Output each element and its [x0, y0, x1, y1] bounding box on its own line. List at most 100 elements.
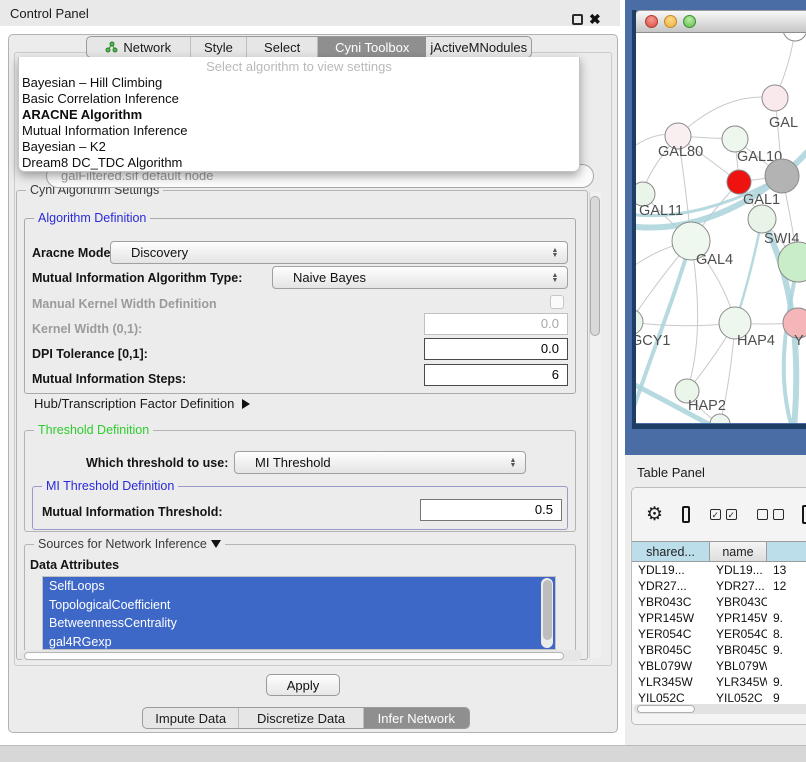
table-panel-title: Table Panel: [637, 465, 705, 480]
network-node[interactable]: [765, 159, 799, 193]
sources-group-title[interactable]: Sources for Network Inference: [34, 537, 225, 551]
network-icon: [105, 41, 118, 53]
table-horizontal-scroll-thumb[interactable]: [637, 705, 695, 713]
dropdown-item[interactable]: Bayesian – Hill Climbing: [19, 75, 579, 91]
mi-steps-field[interactable]: 6: [424, 364, 568, 386]
table-row[interactable]: YPR145WYPR145W9.: [632, 610, 806, 626]
select-all-checkboxes-icon[interactable]: ✓ ✓: [710, 509, 737, 520]
table-cell: YBR043C: [632, 594, 710, 610]
unchecked-checkbox-icon: [773, 509, 784, 520]
attribute-list-scroll-thumb[interactable]: [543, 580, 552, 640]
table-cell: 8.: [767, 626, 806, 642]
combo-arrows-icon: ▲▼: [547, 248, 563, 258]
algorithm-dropdown-list: Bayesian – Hill ClimbingBasic Correlatio…: [19, 75, 579, 171]
network-node-SWI4[interactable]: [748, 205, 776, 233]
table-cell: YBR045C: [710, 642, 767, 658]
tab-impute-data[interactable]: Impute Data: [143, 708, 239, 728]
node-label: HAP2: [688, 398, 726, 414]
control-panel-title: Control Panel: [10, 6, 89, 21]
deselect-all-checkboxes-icon[interactable]: [757, 509, 784, 520]
aracne-mode-combo[interactable]: Discovery ▲▼: [110, 241, 568, 264]
dropdown-item[interactable]: Bayesian – K2: [19, 139, 579, 155]
unchecked-checkbox-icon: [757, 509, 768, 520]
attribute-list-item[interactable]: BetweennessCentrality: [43, 614, 555, 633]
settings-horizontal-scroll-thumb[interactable]: [24, 652, 564, 660]
threshold-definition-title: Threshold Definition: [34, 423, 153, 437]
mi-threshold-title: MI Threshold Definition: [42, 479, 178, 493]
kernel-width-label: Kernel Width (0,1):: [32, 322, 142, 336]
float-window-icon[interactable]: [572, 14, 583, 25]
control-panel-tabbar: Network Style Select Cyni Toolbox jActiv…: [86, 36, 532, 58]
mi-type-combo[interactable]: Naive Bayes ▲▼: [272, 266, 568, 289]
network-node-GAL[interactable]: [762, 85, 788, 111]
dropdown-item[interactable]: ARACNE Algorithm: [19, 107, 579, 123]
window-zoom-button[interactable]: [683, 15, 696, 28]
table-cell: YDL19...: [710, 562, 767, 578]
tab-network[interactable]: Network: [87, 37, 191, 57]
network-view-window: GALGAL80GAL10GAL1GAL11SWI4GAL4GCY1HAP4YH…: [632, 10, 806, 429]
table-row[interactable]: YER054CYER054C8.: [632, 626, 806, 642]
table-row[interactable]: YBR043CYBR043C: [632, 594, 806, 610]
window-minimize-button[interactable]: [664, 15, 677, 28]
table-row[interactable]: YDL19...YDL19...13: [632, 562, 806, 578]
mi-type-label: Mutual Information Algorithm Type:: [32, 271, 242, 285]
algorithm-dropdown-popup: Select algorithm to view settings Bayesi…: [18, 57, 580, 172]
mi-steps-label: Mutual Information Steps:: [32, 372, 186, 386]
tab-infer-network[interactable]: Infer Network: [364, 708, 469, 728]
kernel-width-field: 0.0: [424, 313, 568, 335]
table-row[interactable]: YBR045CYBR045C9.: [632, 642, 806, 658]
table-cell: YDL19...: [632, 562, 710, 578]
dropdown-item[interactable]: Basic Correlation Inference: [19, 91, 579, 107]
table-row[interactable]: YIL052CYIL052C9: [632, 690, 806, 704]
manual-kernel-checkbox: [550, 295, 564, 309]
hub-definition-expander[interactable]: Hub/Transcription Factor Definition: [34, 396, 250, 411]
node-label: HAP4: [737, 333, 775, 349]
columns-icon[interactable]: [682, 506, 690, 523]
table-cell: YER054C: [710, 626, 767, 642]
network-canvas[interactable]: GALGAL80GAL10GAL1GAL11SWI4GAL4GCY1HAP4YH…: [636, 33, 806, 423]
table-row[interactable]: YLR345WYLR345W9.: [632, 674, 806, 690]
which-threshold-combo[interactable]: MI Threshold ▲▼: [234, 451, 526, 474]
gear-icon[interactable]: ⚙: [646, 505, 663, 524]
network-node[interactable]: [783, 33, 806, 41]
aracne-mode-label: Aracne Mode:: [32, 246, 115, 260]
document-icon[interactable]: [802, 505, 806, 524]
attribute-list-item[interactable]: gal4RGexp: [43, 633, 555, 651]
network-window-titlebar[interactable]: [636, 10, 806, 33]
window-close-button[interactable]: [645, 15, 658, 28]
attribute-list: SelfLoopsTopologicalCoefficientBetweenne…: [42, 576, 556, 650]
network-node-GAL1[interactable]: [727, 170, 751, 194]
dropdown-item[interactable]: Dream8 DC_TDC Algorithm: [19, 155, 579, 171]
attribute-list-item[interactable]: TopologicalCoefficient: [43, 596, 555, 615]
control-panel-titlebar: Control Panel: [0, 0, 620, 26]
settings-vertical-scroll-thumb[interactable]: [590, 196, 600, 336]
tab-cyni-toolbox[interactable]: Cyni Toolbox: [318, 37, 427, 57]
tab-jactivemnodules[interactable]: jActiveMNodules: [426, 37, 531, 57]
table-toolbar: ⚙ ✓ ✓: [632, 488, 806, 541]
dropdown-item[interactable]: Mutual Information Inference: [19, 123, 579, 139]
network-node-GCY1[interactable]: [636, 309, 643, 335]
apply-button[interactable]: Apply: [266, 674, 340, 696]
table-cell: 9.: [767, 642, 806, 658]
table-row[interactable]: YDR27...YDR27...12: [632, 578, 806, 594]
node-label: GCY1: [636, 333, 671, 349]
table-row[interactable]: YBL079WYBL079W: [632, 658, 806, 674]
column-header[interactable]: name: [710, 541, 767, 562]
attribute-list-item[interactable]: SelfLoops: [43, 577, 555, 596]
tab-network-label: Network: [123, 40, 171, 55]
table-cell: 13: [767, 562, 806, 578]
table-cell: YDR27...: [632, 578, 710, 594]
table-cell: YER054C: [632, 626, 710, 642]
tab-discretize-data[interactable]: Discretize Data: [239, 708, 363, 728]
mi-threshold-field[interactable]: 0.5: [420, 499, 562, 521]
combo-arrows-icon: ▲▼: [505, 458, 521, 468]
dpi-tolerance-field[interactable]: 0.0: [424, 338, 568, 360]
manual-kernel-label: Manual Kernel Width Definition: [32, 297, 217, 311]
tab-style[interactable]: Style: [191, 37, 248, 57]
tab-select[interactable]: Select: [247, 37, 318, 57]
close-icon[interactable]: ✖: [589, 11, 601, 28]
column-header[interactable]: shared...: [632, 541, 710, 562]
which-threshold-label: Which threshold to use:: [86, 456, 228, 470]
network-node[interactable]: [710, 414, 730, 423]
column-header[interactable]: [767, 541, 806, 562]
